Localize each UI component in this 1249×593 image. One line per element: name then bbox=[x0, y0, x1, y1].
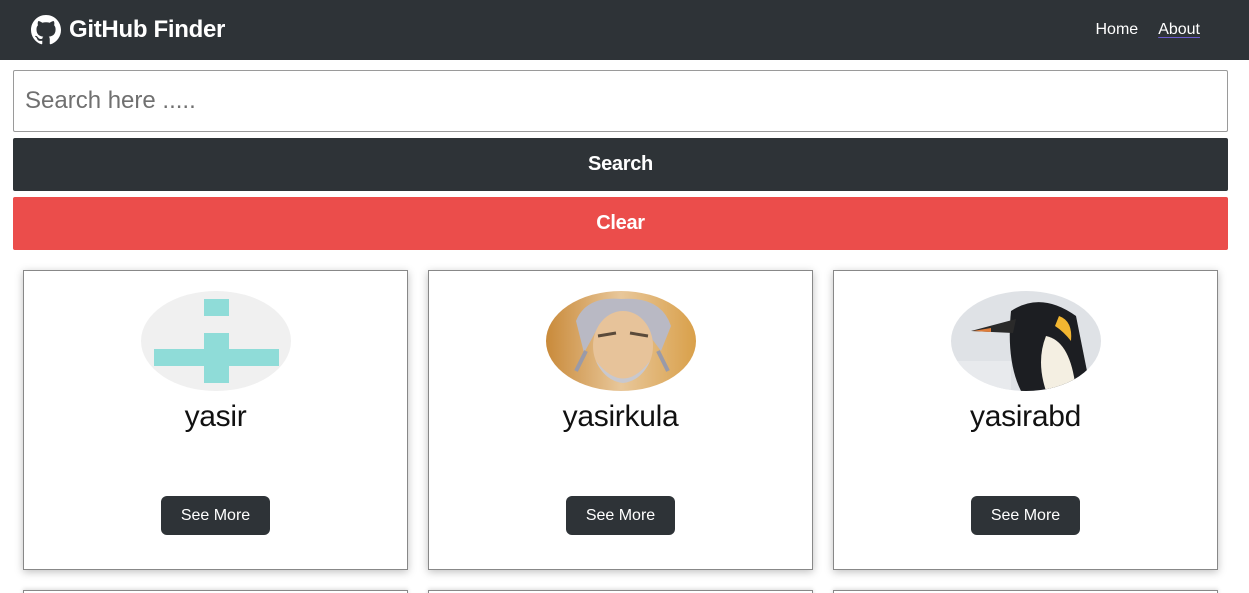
nav-link-home[interactable]: Home bbox=[1096, 21, 1139, 39]
penguin-avatar bbox=[950, 291, 1101, 391]
see-more-button[interactable]: See More bbox=[160, 496, 271, 535]
user-card: yasir See More bbox=[23, 270, 408, 570]
username: yasir bbox=[184, 400, 247, 433]
username: yasirkula bbox=[562, 400, 679, 433]
user-card: yasirabd See More bbox=[833, 270, 1218, 570]
nav-links: Home About bbox=[1096, 21, 1201, 39]
search-button[interactable]: Search bbox=[13, 138, 1228, 191]
see-more-button[interactable]: See More bbox=[970, 496, 1081, 535]
brand[interactable]: GitHub Finder bbox=[31, 15, 225, 45]
search-form: Search bbox=[13, 70, 1236, 191]
username: yasirabd bbox=[970, 400, 1081, 433]
github-icon bbox=[31, 15, 61, 45]
user-card: yasirkula See More bbox=[428, 270, 813, 570]
search-input[interactable] bbox=[13, 70, 1228, 132]
app-title: GitHub Finder bbox=[69, 16, 226, 43]
user-grid: yasir See More yasirkula See More yasira… bbox=[13, 250, 1236, 593]
clear-button[interactable]: Clear bbox=[13, 197, 1228, 250]
see-more-button[interactable]: See More bbox=[565, 496, 676, 535]
anime-old-man-avatar bbox=[545, 291, 696, 391]
main-container: Search Clear yasir See More bbox=[0, 60, 1249, 593]
identicon-avatar bbox=[140, 291, 291, 391]
navbar: GitHub Finder Home About bbox=[0, 0, 1249, 60]
nav-link-about[interactable]: About bbox=[1158, 21, 1200, 39]
